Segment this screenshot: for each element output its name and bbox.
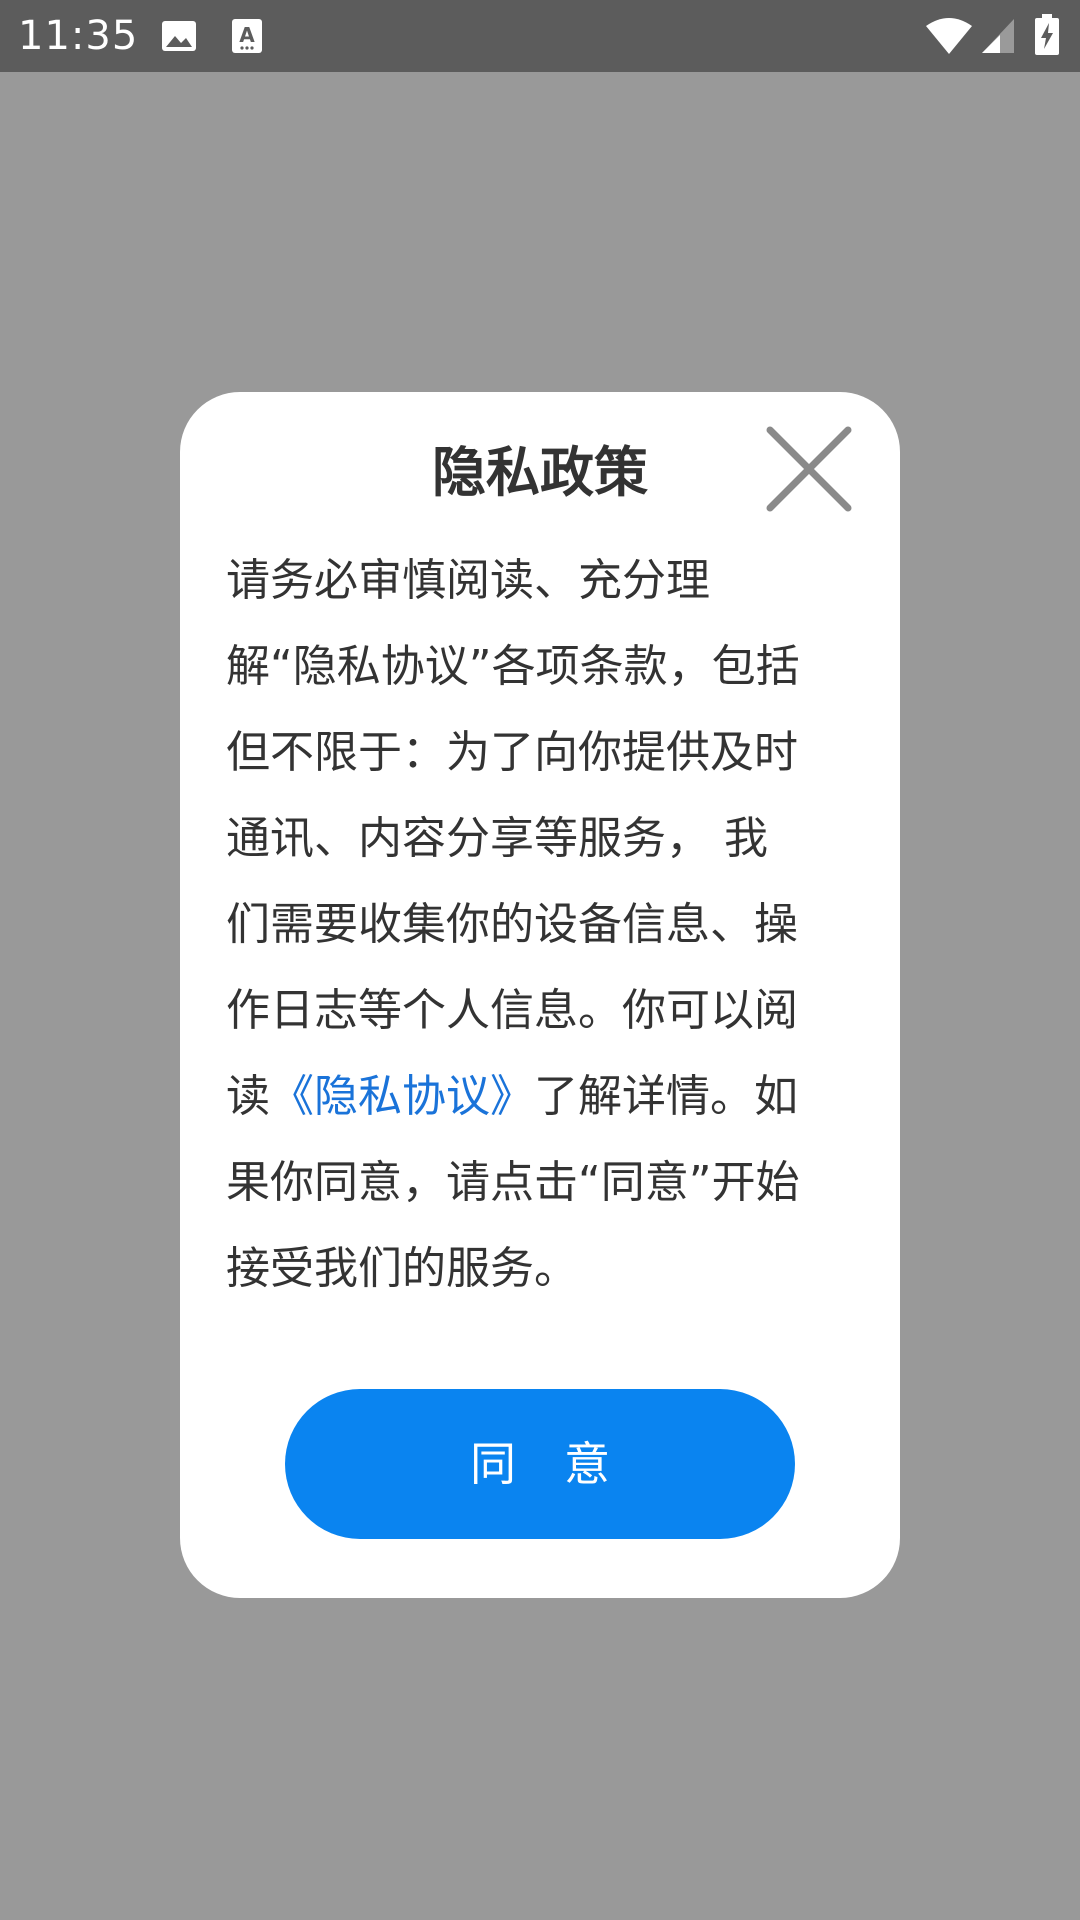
battery-charging-icon [1035, 14, 1059, 55]
image-icon [162, 21, 196, 51]
policy-line: 果你同意，请点击“同意”开始 [226, 1157, 800, 1208]
screen: 11:35 A 隐私政策 请务必审慎阅读、充分理 解“隐私协议”各项条款，包括 … [0, 0, 1080, 1920]
text-accessibility-icon: A [232, 19, 262, 53]
policy-line: 们需要收集你的设备信息、操 [226, 899, 798, 950]
close-icon[interactable] [762, 424, 856, 514]
policy-line: 请务必审慎阅读、充分理 [226, 555, 710, 606]
status-bar: 11:35 A [0, 0, 1080, 72]
wifi-icon [926, 18, 972, 54]
agree-button[interactable]: 同意 [285, 1389, 795, 1539]
policy-line: 接受我们的服务。 [226, 1243, 578, 1294]
policy-line-with-link: 读《隐私协议》了解详情。如 [226, 1054, 866, 1140]
signal-icon [982, 19, 1014, 53]
policy-line: 通讯、内容分享等服务， 我 [226, 813, 768, 864]
policy-text-segment: 读 [226, 1071, 270, 1122]
policy-line: 但不限于：为了向你提供及时 [226, 727, 798, 778]
policy-text-segment: 了解详情。如 [534, 1071, 798, 1122]
policy-text: 请务必审慎阅读、充分理 解“隐私协议”各项条款，包括 但不限于：为了向你提供及时… [226, 538, 866, 1312]
privacy-agreement-link[interactable]: 《隐私协议》 [270, 1071, 534, 1122]
policy-line: 作日志等个人信息。你可以阅 [226, 985, 798, 1036]
status-time: 11:35 [18, 13, 139, 59]
svg-text:A: A [239, 23, 255, 47]
dialog-title: 隐私政策 [432, 441, 648, 504]
policy-line: 解“隐私协议”各项条款，包括 [226, 641, 800, 692]
